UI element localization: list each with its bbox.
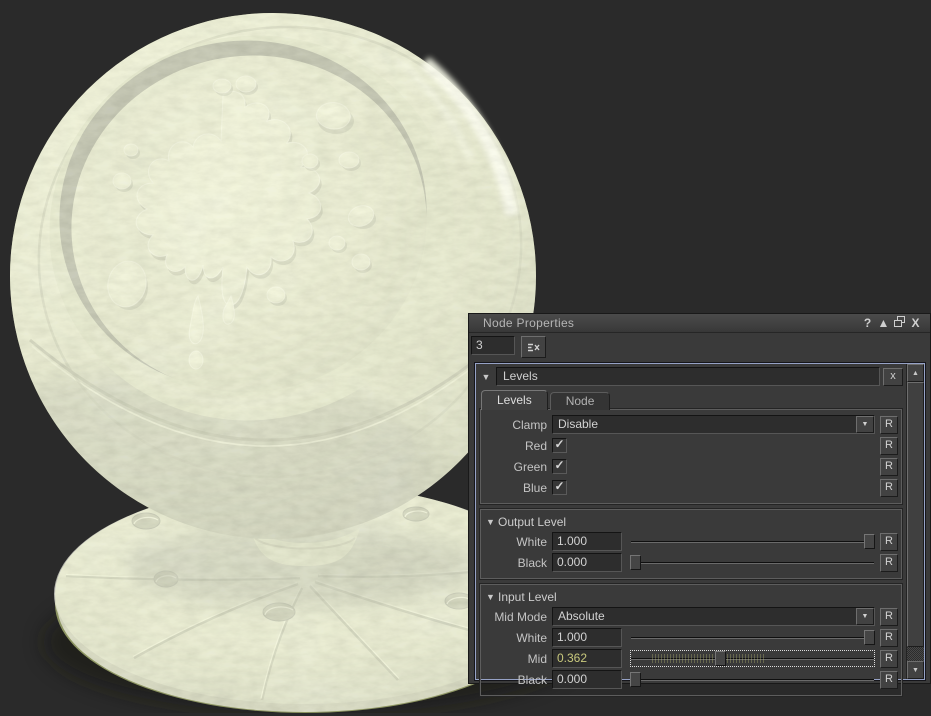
close-icon[interactable]: X xyxy=(909,316,922,330)
slider-handle[interactable] xyxy=(630,555,641,570)
help-icon[interactable]: ? xyxy=(861,316,874,330)
clamp-value: Disable xyxy=(558,417,599,431)
input-white-reset-button[interactable]: R xyxy=(880,628,898,647)
output-level-group: ▼ Output Level White 1.000 R Black 0.000 xyxy=(480,509,902,579)
slider-track xyxy=(631,541,874,543)
input-white-slider[interactable] xyxy=(630,629,875,646)
blue-label: Blue xyxy=(522,480,547,495)
output-black-reset-button[interactable]: R xyxy=(880,553,898,572)
output-white-row: White 1.000 R xyxy=(484,532,898,551)
scroll-down-icon[interactable]: ▼ xyxy=(907,661,924,679)
check-icon: ✓ xyxy=(554,458,565,472)
tab-bar: Levels Node xyxy=(481,390,903,410)
output-white-slider[interactable] xyxy=(630,533,875,550)
jump-to-node-icon xyxy=(528,343,540,351)
node-properties-window: Node Properties ? ▲ X 3 ▼ Levels x Level… xyxy=(468,313,931,696)
input-level-title: Input Level xyxy=(498,589,557,604)
slider-handle[interactable] xyxy=(864,534,875,549)
red-label: Red xyxy=(524,438,547,453)
green-checkbox[interactable]: ✓ xyxy=(552,459,567,474)
input-white-input[interactable]: 1.000 xyxy=(552,628,622,647)
input-mid-input[interactable]: 0.362 xyxy=(552,649,622,668)
restore-icon[interactable] xyxy=(893,316,906,330)
clamp-reset-button[interactable]: R xyxy=(880,415,898,434)
output-black-label: Black xyxy=(517,555,547,570)
node-index-input[interactable]: 3 xyxy=(471,336,515,355)
node-selector-row: 3 xyxy=(469,333,930,362)
levels-panel-title: Levels xyxy=(496,367,880,386)
mid-mode-row: Mid Mode Absolute ▼ R xyxy=(484,607,898,626)
green-reset-button[interactable]: R xyxy=(880,457,898,476)
chevron-down-icon[interactable]: ▼ xyxy=(856,416,874,433)
slider-handle[interactable] xyxy=(714,651,726,666)
input-level-group: ▼ Input Level Mid Mode Absolute ▼ R Whit… xyxy=(480,584,902,696)
output-white-input[interactable]: 1.000 xyxy=(552,532,622,551)
window-title: Node Properties xyxy=(483,316,575,330)
scrollbar-thumb[interactable] xyxy=(907,382,924,647)
input-black-input[interactable]: 0.000 xyxy=(552,670,622,689)
input-black-reset-button[interactable]: R xyxy=(880,670,898,689)
input-black-slider[interactable] xyxy=(630,671,875,688)
output-white-reset-button[interactable]: R xyxy=(880,532,898,551)
scroll-up-icon[interactable]: ▲ xyxy=(907,364,924,382)
window-controls: ? ▲ X xyxy=(861,316,930,330)
input-black-label: Black xyxy=(517,672,547,687)
jump-to-node-button[interactable] xyxy=(521,336,546,358)
levels-tab-page: Clamp Disable ▼ R Red ✓ R Green ✓ R Blue… xyxy=(480,409,902,504)
properties-content: ▼ Levels x Levels Node Clamp Disable ▼ R xyxy=(476,364,906,696)
input-white-label: White xyxy=(516,630,547,645)
check-icon: ✓ xyxy=(554,479,565,493)
input-mid-slider[interactable] xyxy=(630,650,875,667)
clamp-row: Clamp Disable ▼ R xyxy=(484,415,898,434)
output-black-row: Black 0.000 R xyxy=(484,553,898,572)
red-reset-button[interactable]: R xyxy=(880,436,898,455)
mid-mode-label: Mid Mode xyxy=(494,609,547,624)
slider-track xyxy=(631,637,874,639)
collapse-triangle-icon[interactable]: ▼ xyxy=(486,513,498,531)
input-black-row: Black 0.000 R xyxy=(484,670,898,689)
output-black-input[interactable]: 0.000 xyxy=(552,553,622,572)
window-titlebar[interactable]: Node Properties ? ▲ X xyxy=(469,314,930,333)
app-root: { "window": { "title": "Node Properties"… xyxy=(0,0,931,714)
scrollbar-track[interactable] xyxy=(907,647,924,661)
green-label: Green xyxy=(513,459,547,474)
green-row: Green ✓ R xyxy=(484,457,898,476)
panel-scrollbar[interactable]: ▲ ▼ xyxy=(906,364,924,679)
slider-track xyxy=(631,679,874,681)
output-white-label: White xyxy=(516,534,547,549)
levels-panel-header: ▼ Levels x xyxy=(479,367,903,386)
output-black-slider[interactable] xyxy=(630,554,875,571)
properties-frame: ▼ Levels x Levels Node Clamp Disable ▼ R xyxy=(475,363,925,696)
blue-row: Blue ✓ R xyxy=(484,478,898,497)
input-mid-row: Mid 0.362 R xyxy=(484,649,898,668)
mid-mode-reset-button[interactable]: R xyxy=(880,607,898,626)
check-icon: ✓ xyxy=(554,437,565,451)
input-mid-reset-button[interactable]: R xyxy=(880,649,898,668)
chevron-down-icon[interactable]: ▼ xyxy=(856,608,874,625)
blue-reset-button[interactable]: R xyxy=(880,478,898,497)
tab-levels[interactable]: Levels xyxy=(481,390,548,410)
mid-mode-value: Absolute xyxy=(558,609,605,623)
input-level-header[interactable]: ▼ Input Level xyxy=(486,589,898,604)
levels-panel-close-button[interactable]: x xyxy=(883,367,903,386)
tab-node[interactable]: Node xyxy=(549,392,611,410)
slider-handle[interactable] xyxy=(630,672,641,687)
output-level-header[interactable]: ▼ Output Level xyxy=(486,514,898,529)
slider-track xyxy=(631,562,874,564)
slider-texture-ticks xyxy=(652,654,765,663)
collapse-triangle-icon[interactable]: ▼ xyxy=(486,588,498,606)
output-level-title: Output Level xyxy=(498,514,567,529)
red-checkbox[interactable]: ✓ xyxy=(552,438,567,453)
input-mid-label: Mid xyxy=(527,651,547,666)
mid-mode-dropdown[interactable]: Absolute ▼ xyxy=(552,607,875,626)
slider-handle[interactable] xyxy=(864,630,875,645)
clamp-label: Clamp xyxy=(512,417,547,432)
clamp-dropdown[interactable]: Disable ▼ xyxy=(552,415,875,434)
input-white-row: White 1.000 R xyxy=(484,628,898,647)
dock-icon[interactable]: ▲ xyxy=(877,316,890,330)
red-row: Red ✓ R xyxy=(484,436,898,455)
collapse-triangle-icon[interactable]: ▼ xyxy=(479,368,493,386)
blue-checkbox[interactable]: ✓ xyxy=(552,480,567,495)
